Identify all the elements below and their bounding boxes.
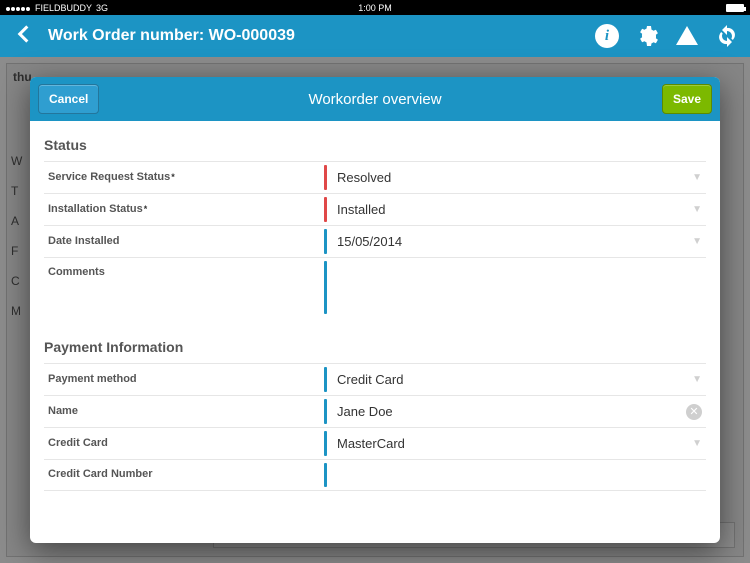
label-service-request-status: Service Request Status [48,171,170,184]
ios-status-bar: FIELDBUDDY 3G 1:00 PM [0,0,750,15]
chevron-down-icon: ▼ [692,204,702,215]
modal-body: Status Service Request Status* Resolved … [30,121,720,543]
label-payment-method: Payment method [44,364,324,395]
save-button[interactable]: Save [662,84,712,114]
value-payer-name: Jane Doe [337,404,686,419]
back-button[interactable] [10,21,36,52]
section-payment-title: Payment Information [44,333,706,363]
row-credit-card-number: Credit Card Number [44,459,706,491]
settings-button[interactable] [634,23,660,49]
row-installation-status: Installation Status* Installed ▼ [44,193,706,225]
modal-title: Workorder overview [308,91,441,108]
value-service-request-status: Resolved [337,170,692,185]
modal-header: Cancel Workorder overview Save [30,77,720,121]
label-comments: Comments [44,258,324,317]
sync-button[interactable] [714,23,740,49]
value-payment-method: Credit Card [337,372,692,387]
select-service-request-status[interactable]: Resolved ▼ [327,162,706,193]
select-installation-status[interactable]: Installed ▼ [327,194,706,225]
section-status-title: Status [44,131,706,161]
value-installation-status: Installed [337,202,692,217]
carrier-label: FIELDBUDDY [35,3,92,13]
select-credit-card[interactable]: MasterCard ▼ [327,428,706,459]
value-date-installed: 15/05/2014 [337,234,692,249]
label-date-installed: Date Installed [44,226,324,257]
row-date-installed: Date Installed 15/05/2014 ▼ [44,225,706,257]
row-payment-method: Payment method Credit Card ▼ [44,363,706,395]
input-credit-card-number[interactable] [327,460,706,490]
row-credit-card: Credit Card MasterCard ▼ [44,427,706,459]
workorder-overview-modal: Cancel Workorder overview Save Status Se… [30,77,720,543]
cancel-button[interactable]: Cancel [38,84,99,114]
row-comments: Comments [44,257,706,317]
label-credit-card: Credit Card [44,428,324,459]
app-header: Work Order number: WO-000039 i [0,15,750,57]
battery-icon [726,4,744,12]
signal-dots-icon [6,3,31,13]
picker-date-installed[interactable]: 15/05/2014 ▼ [327,226,706,257]
chevron-down-icon: ▼ [692,236,702,247]
chevron-down-icon: ▼ [692,172,702,183]
alert-button[interactable] [674,23,700,49]
network-label: 3G [96,3,108,13]
textarea-comments[interactable] [327,258,706,317]
row-service-request-status: Service Request Status* Resolved ▼ [44,161,706,193]
chevron-down-icon: ▼ [692,374,702,385]
input-payer-name[interactable]: Jane Doe ✕ [327,396,706,427]
clear-icon[interactable]: ✕ [686,404,702,420]
chevron-down-icon: ▼ [692,438,702,449]
value-credit-card: MasterCard [337,436,692,451]
label-credit-card-number: Credit Card Number [44,460,324,490]
label-installation-status: Installation Status [48,203,143,216]
page-title: Work Order number: WO-000039 [48,27,295,45]
row-payer-name: Name Jane Doe ✕ [44,395,706,427]
label-payer-name: Name [44,396,324,427]
select-payment-method[interactable]: Credit Card ▼ [327,364,706,395]
clock: 1:00 PM [358,3,392,13]
info-button[interactable]: i [594,23,620,49]
